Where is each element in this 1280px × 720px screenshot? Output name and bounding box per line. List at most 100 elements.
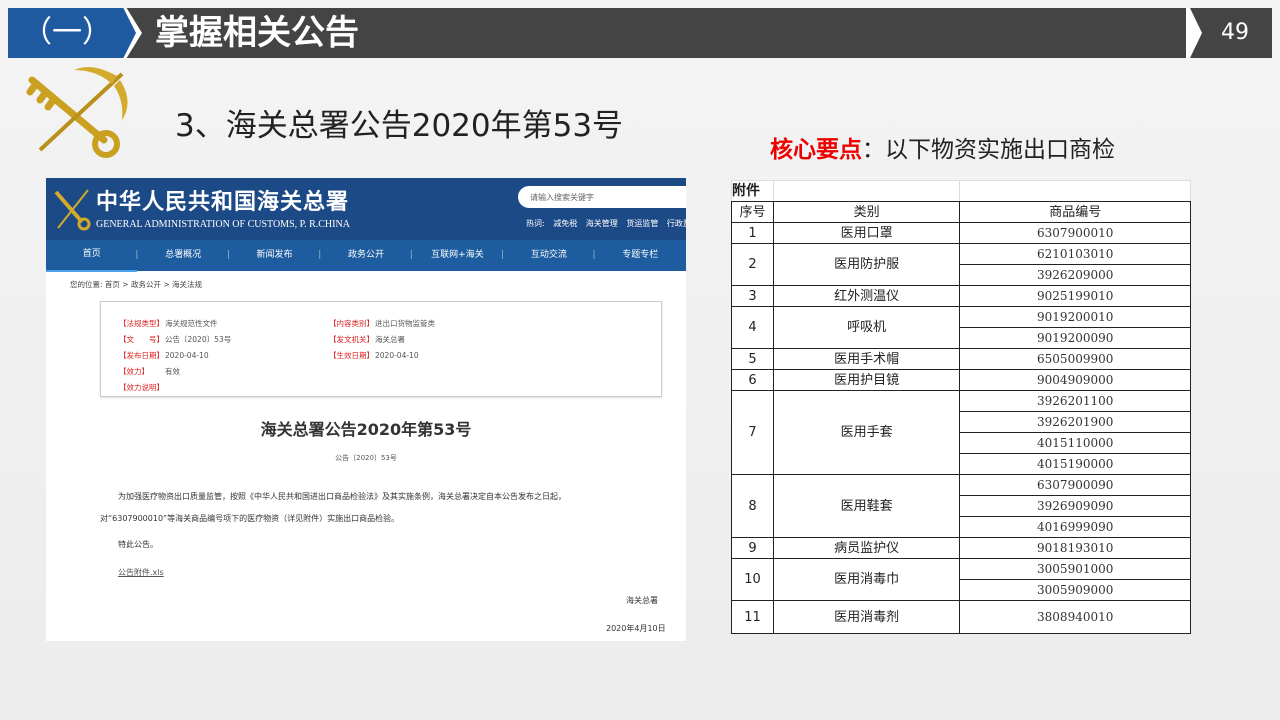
hot-words: 热词: 减免税 海关管理 货运监管 行政监管 xyxy=(526,218,686,229)
meta-label: 【法规类型】 xyxy=(119,319,164,328)
meta-value: 有效 xyxy=(165,367,180,376)
meta-label: 【发文机关】 xyxy=(329,335,374,344)
row-code: 3808940010 xyxy=(959,600,1191,634)
row-code: 6505009900 xyxy=(959,348,1191,370)
meta-label: 【生效日期】 xyxy=(329,351,374,360)
table-row: 11 医用消毒剂 3808940010 xyxy=(731,600,1191,634)
meta-value: 进出口货物监管类 xyxy=(375,319,435,328)
row-category: 医用手套 xyxy=(772,390,961,475)
row-code: 9019200010 xyxy=(959,306,1191,328)
row-code: 9004909000 xyxy=(959,369,1191,391)
meta-value: 公告〔2020〕53号 xyxy=(165,335,232,344)
row-number: 10 xyxy=(731,558,774,601)
meta-label: 【发布日期】 xyxy=(119,351,164,360)
row-number: 3 xyxy=(731,285,774,307)
meta-label: 【内容类别】 xyxy=(329,319,374,328)
core-point-label: 核心要点 xyxy=(770,137,862,163)
row-category: 医用口罩 xyxy=(772,222,961,244)
table-header-row: 序号 类别 商品编号 xyxy=(731,201,1191,223)
section-tag: （一） xyxy=(8,8,136,58)
row-category: 病员监护仪 xyxy=(772,537,961,559)
row-category: 医用消毒巾 xyxy=(772,558,961,601)
row-number: 5 xyxy=(731,348,774,370)
nav-interaction[interactable]: 互动交流 xyxy=(501,240,594,271)
hot-word-link[interactable]: 海关管理 xyxy=(586,219,618,228)
meta-value: 海关规范性文件 xyxy=(165,319,218,328)
row-code: 3005901000 xyxy=(959,558,1191,580)
row-code: 3926201900 xyxy=(959,411,1191,433)
search-input[interactable]: 请输入搜索关键字 xyxy=(518,186,686,208)
hot-word-link[interactable]: 减免税 xyxy=(553,219,577,228)
site-name-en: GENERAL ADMINISTRATION OF CUSTOMS, P. R.… xyxy=(96,219,350,230)
table-row: 9 病员监护仪 9018193010 xyxy=(731,537,1191,559)
meta-value: 海关总署 xyxy=(375,335,405,344)
row-category: 医用消毒剂 xyxy=(772,600,961,634)
document-number: 公告〔2020〕53号 xyxy=(335,454,397,462)
document-title: 海关总署公告2020年第53号 xyxy=(260,420,472,439)
row-code: 9019200090 xyxy=(959,327,1191,349)
table-row: 6 医用护目镜 9004909000 xyxy=(731,369,1191,391)
body-paragraph: 为加强医疗物资出口质量监管，按照《中华人民共和国进出口商品检验法》及其实施条例，… xyxy=(118,492,566,501)
table-row: 2 医用防护服 6210103010 xyxy=(731,243,1191,286)
announcement-heading: 3、海关总署公告2020年第53号 xyxy=(175,108,624,144)
row-number: 6 xyxy=(731,369,774,391)
breadcrumb: 您的位置: 首页 > 政务公开 > 海关法规 xyxy=(70,280,203,289)
row-code: 4015110000 xyxy=(959,432,1191,454)
row-category: 医用鞋套 xyxy=(772,474,961,538)
customs-emblem-icon xyxy=(54,189,91,231)
row-number: 4 xyxy=(731,306,774,349)
row-code: 6307900090 xyxy=(959,474,1191,496)
row-code: 4016999090 xyxy=(959,516,1191,538)
website-screenshot: 中华人民共和国海关总署 GENERAL ADMINISTRATION OF CU… xyxy=(46,178,686,641)
header-code: 商品编号 xyxy=(959,201,1191,223)
hot-word-link[interactable]: 行政监管 xyxy=(667,219,686,228)
nav-topics[interactable]: 专题专栏 xyxy=(593,240,686,271)
row-code: 9025199010 xyxy=(959,285,1191,307)
table-row: 4 呼吸机 9019200010 xyxy=(731,306,1191,349)
sign-date: 2020年4月10日 xyxy=(606,624,666,633)
nav-news[interactable]: 新闻发布 xyxy=(227,240,320,271)
site-nav: 首页 总署概况 新闻发布 政务公开 互联网+海关 互动交流 专题专栏 xyxy=(46,239,686,272)
table-row: 1 医用口罩 6307900010 xyxy=(731,222,1191,244)
body-paragraph: 对“6307900010”等海关商品编号项下的医疗物资（详见附件）实施出口商品检… xyxy=(100,514,400,523)
signer: 海关总署 xyxy=(626,596,658,605)
table-row: 7 医用手套 3926201100 xyxy=(731,390,1191,475)
meta-label: 【效力】 xyxy=(119,367,149,376)
nav-internet-customs[interactable]: 互联网+海关 xyxy=(410,240,503,271)
row-category: 医用手术帽 xyxy=(772,348,961,370)
nav-overview[interactable]: 总署概况 xyxy=(135,240,228,271)
hot-label: 热词: xyxy=(526,219,545,228)
core-point-text: ：以下物资实施出口商检 xyxy=(862,137,1115,163)
row-code: 6210103010 xyxy=(959,243,1191,265)
header-no: 序号 xyxy=(731,201,774,223)
row-number: 2 xyxy=(731,243,774,286)
body-paragraph: 特此公告。 xyxy=(118,540,158,549)
row-number: 8 xyxy=(731,474,774,538)
row-code: 6307900010 xyxy=(959,222,1191,244)
row-number: 1 xyxy=(731,222,774,244)
meta-label: 【效力说明】 xyxy=(119,383,164,392)
row-category: 呼吸机 xyxy=(772,306,961,349)
table-caption: 附件 xyxy=(731,180,774,202)
customs-emblem-icon xyxy=(26,67,128,158)
attachment-link[interactable]: 公告附件.xls xyxy=(118,568,164,577)
row-category: 红外测温仪 xyxy=(772,285,961,307)
row-category: 医用防护服 xyxy=(772,243,961,286)
nav-home[interactable]: 首页 xyxy=(46,239,138,272)
nav-gov-affairs[interactable]: 政务公开 xyxy=(318,240,411,271)
table-row: 10 医用消毒巾 3005901000 xyxy=(731,558,1191,601)
hot-word-link[interactable]: 货运监管 xyxy=(626,219,658,228)
core-point: 核心要点：以下物资实施出口商检 xyxy=(770,130,1115,164)
attachment-table: 附件 序号 类别 商品编号 1 医用口罩 6307900010 2 医用防护服 62101… xyxy=(731,180,1191,634)
slide-title: 掌握相关公告 xyxy=(155,13,359,53)
row-code: 9018193010 xyxy=(959,537,1191,559)
site-header: 中华人民共和国海关总署 GENERAL ADMINISTRATION OF CU… xyxy=(46,178,686,240)
table-row: 3 红外测温仪 9025199010 xyxy=(731,285,1191,307)
meta-value: 2020-04-10 xyxy=(165,351,209,360)
row-code: 3926209000 xyxy=(959,264,1191,286)
document-meta: 【法规类型】海关规范性文件 【内容类别】进出口货物监管类 【文 号】公告〔202… xyxy=(100,301,662,397)
row-category: 医用护目镜 xyxy=(772,369,961,391)
meta-label: 【文 号】 xyxy=(119,335,164,344)
meta-value: 2020-04-10 xyxy=(375,351,419,360)
row-code: 3005909000 xyxy=(959,579,1191,601)
